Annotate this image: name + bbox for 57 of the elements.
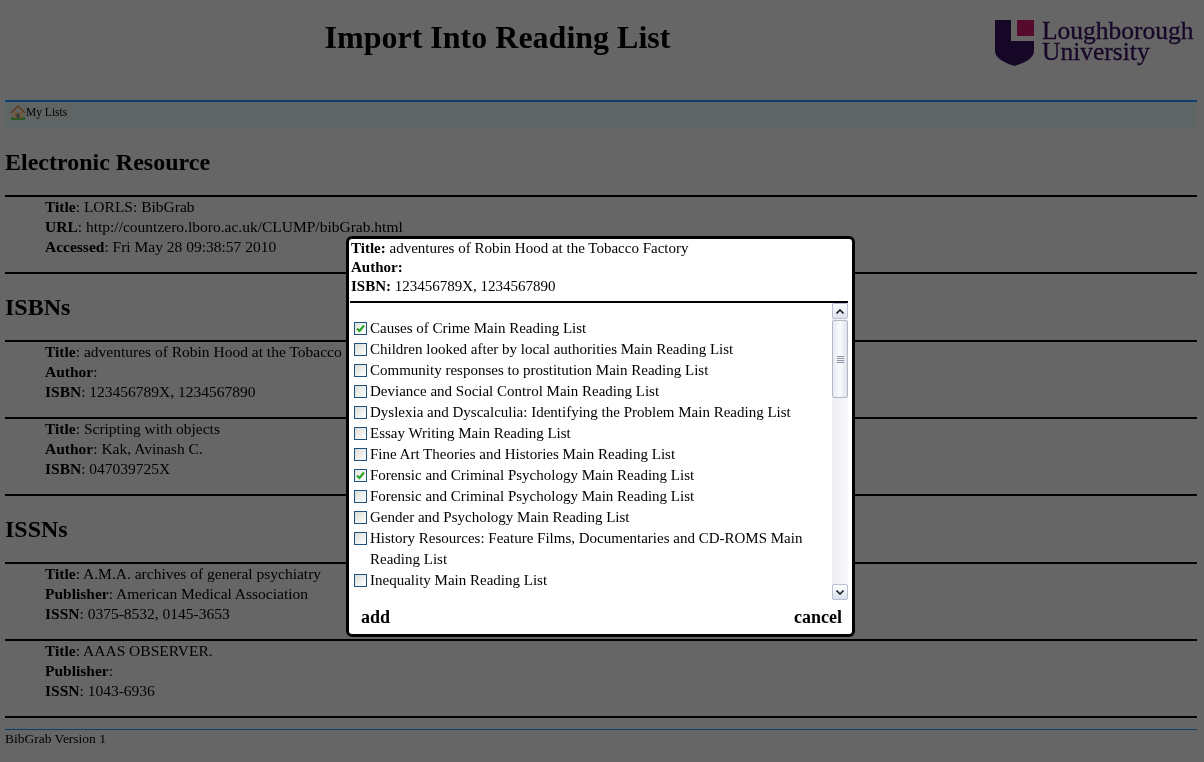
checkbox[interactable] xyxy=(354,448,367,461)
shield-icon xyxy=(995,20,1035,66)
reading-list-name: Dyslexia and Dyscalculia: Identifying the Problem Main Reading List xyxy=(370,403,791,422)
section-heading: ISBNs xyxy=(5,293,71,321)
add-button[interactable]: add xyxy=(361,607,391,627)
reading-list-name: Forensic and Criminal Psychology Main Reading List xyxy=(370,487,695,506)
reading-list-name: Essay Writing Main Reading List xyxy=(370,424,571,443)
reading-list-name: Community responses to prostitution Main Reading List xyxy=(370,361,709,380)
cancel-button[interactable]: cancel xyxy=(794,607,842,627)
checkbox[interactable] xyxy=(354,322,367,335)
checkbox[interactable] xyxy=(354,511,367,524)
checkbox[interactable] xyxy=(354,469,367,482)
section-heading: ISSNs xyxy=(5,515,68,543)
chevron-down-icon xyxy=(836,589,844,595)
scrollbar-thumb[interactable] xyxy=(832,320,848,398)
dialog-field: ISBN: 123456789X, 1234567890 xyxy=(351,277,556,296)
checkbox[interactable] xyxy=(354,385,367,398)
record-field: Title: AAAS OBSERVER. xyxy=(45,641,213,661)
record-field: Accessed: Fri May 28 09:38:57 2010 xyxy=(45,237,277,257)
record-field: Title: adventures of Robin Hood at the Tobacco xyxy=(45,342,342,362)
house-icon xyxy=(10,104,26,120)
reading-list-name: Inequality Main Reading List xyxy=(370,571,548,590)
checkbox[interactable] xyxy=(354,490,367,503)
record-field: ISSN: 1043-6936 xyxy=(45,681,155,701)
reading-list-name: Deviance and Social Control Main Reading List xyxy=(370,382,660,401)
record-field: URL: http://countzero.lboro.ac.uk/CLUMP/bibGrab.html xyxy=(45,217,403,237)
scroll-down-button[interactable] xyxy=(832,584,848,600)
checkbox[interactable] xyxy=(354,364,367,377)
checkbox[interactable] xyxy=(354,532,367,545)
reading-list-name: Causes of Crime Main Reading List xyxy=(370,319,587,338)
chevron-up-icon xyxy=(836,308,844,314)
record-field: Title: Scripting with objects xyxy=(45,419,220,439)
section-heading: Electronic Resource xyxy=(5,148,211,176)
record-field: ISBN: 123456789X, 1234567890 xyxy=(45,382,256,402)
reading-list-name: Children looked after by local authorities Main Reading List xyxy=(370,340,734,359)
checkbox[interactable] xyxy=(354,406,367,419)
dialog-field: Author: xyxy=(351,258,403,277)
reading-list-name: Forensic and Criminal Psychology Main Reading List xyxy=(370,466,695,485)
record-field: Publisher: xyxy=(45,661,114,681)
record-field: Title: LORLS: BibGrab xyxy=(45,197,195,217)
record-field: Author: xyxy=(45,362,98,382)
record-field: ISBN: 047039725X xyxy=(45,459,171,479)
checkbox[interactable] xyxy=(354,574,367,587)
version-text: BibGrab Version 1 xyxy=(5,730,106,747)
record-field: Title: A.M.A. archives of general psychiatry xyxy=(45,564,322,584)
record-field: Author: Kak, Avinash C. xyxy=(45,439,203,459)
checkbox[interactable] xyxy=(354,427,367,440)
reading-list-name: Gender and Psychology Main Reading List xyxy=(370,508,630,527)
page-title: Import Into Reading List xyxy=(324,19,671,55)
dialog-field: Title: adventures of Robin Hood at the Tobacco Factory xyxy=(351,239,689,258)
reading-list-name: Fine Art Theories and Histories Main Reading List xyxy=(370,445,676,464)
grip-lines-icon xyxy=(836,355,844,363)
record-field: Publisher: American Medical Association xyxy=(45,584,309,604)
scroll-up-button[interactable] xyxy=(832,303,848,319)
checkbox[interactable] xyxy=(354,343,367,356)
reading-list-name: History Resources: Feature Films, Documentaries and CD-ROMS Main Reading List xyxy=(370,529,804,569)
record-field: ISSN: 0375-8532, 0145-3653 xyxy=(45,604,230,624)
